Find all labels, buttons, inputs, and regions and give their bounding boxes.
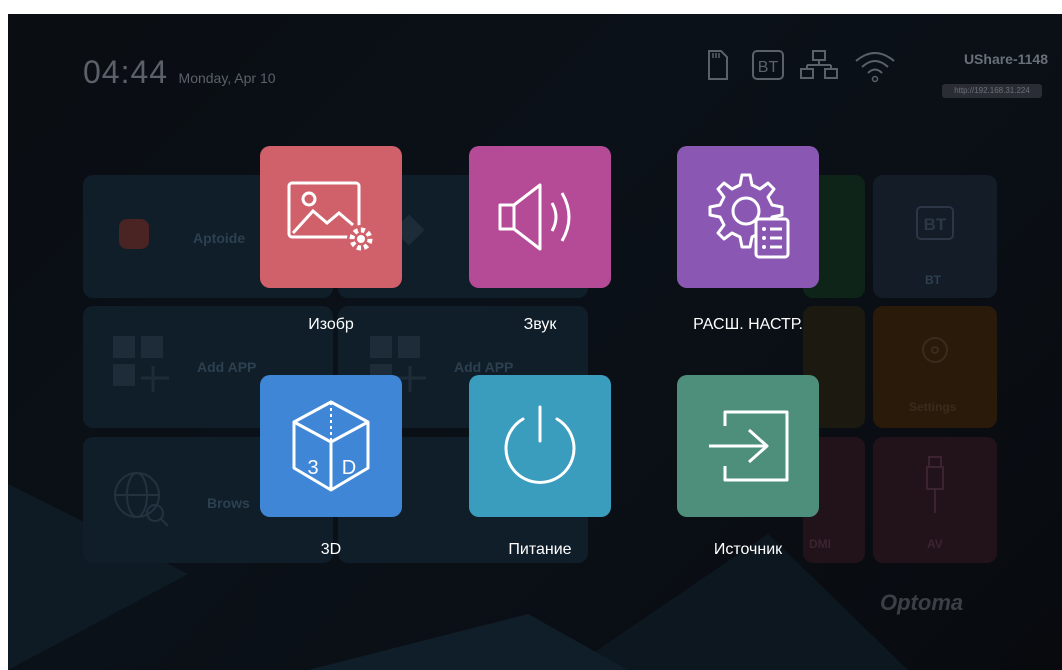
av-plug-icon [926,456,944,513]
menu-tile-3d[interactable]: 3 D [260,375,402,517]
screen: 04:44 Monday, Apr 10 BT UShare-1148 http… [8,14,1062,670]
sd-card-icon [705,49,729,86]
bluetooth-icon: BT [751,49,785,86]
globe-icon [114,472,169,527]
bg-tile-browser-label: Brows [207,495,250,511]
device-name: UShare-1148 [963,51,1048,67]
device-url: http://192.168.31.224 [942,84,1042,98]
advanced-settings-icon [708,173,790,259]
3d-cube-icon: 3 D [292,400,370,492]
menu-label-power: Питание [508,541,572,558]
menu-label-advanced-settings: РАСШ. НАСТР. [693,316,803,333]
bg-tile-av: AV [873,437,997,563]
bt-tile-icon: BT [916,206,954,240]
menu-tile-picture[interactable] [260,146,402,288]
bg-tile-av-label: AV [927,537,943,551]
menu-label-picture: Изобр [308,316,354,333]
speaker-icon [498,183,571,251]
svg-text:D: D [342,457,356,479]
wifi-icon [853,49,897,88]
bg-tile-aptoide-label: Aptoide [193,230,246,246]
aptoide-icon [119,219,149,249]
menu-label-source: Источник [713,541,783,558]
menu-tile-power[interactable] [469,375,611,517]
menu-tile-source[interactable] [677,375,819,517]
menu-tile-sound[interactable] [469,146,611,288]
input-source-icon [709,410,789,482]
date: Monday, Apr 10 [178,70,276,86]
optoma-logo: Optoma [880,590,964,615]
svg-text:BT: BT [758,59,779,76]
svg-text:3: 3 [307,457,318,479]
menu-tile-advanced-settings[interactable] [677,146,819,288]
bg-tile-settings: Settings [873,306,997,428]
svg-text:BT: BT [924,215,947,234]
add-app-icon [113,336,169,392]
bg-tile-add-app-1-label: Add APP [197,359,257,375]
bg-tile-bt-label: BT [925,273,941,287]
menu-label-sound: Звук [523,316,557,333]
bg-tile-add-app-2-label: Add APP [454,359,514,375]
bg-tile-bt: BT BT [873,175,997,298]
power-icon [504,405,576,484]
clock: 04:44 [83,54,169,90]
clock-area: 04:44 Monday, Apr 10 [83,54,276,91]
menu-label-3d: 3D [320,541,342,558]
picture-settings-icon [287,181,375,253]
bg-tile-settings-label: Settings [909,400,957,414]
ethernet-icon [799,49,839,86]
gear-icon [922,337,948,363]
